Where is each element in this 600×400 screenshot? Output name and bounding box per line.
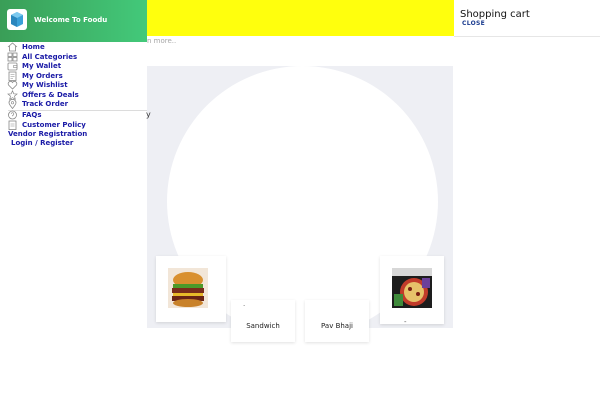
sidebar-item-label: Customer Policy — [22, 121, 86, 129]
pizza-image — [392, 268, 432, 308]
search-hint-text: n more.. — [147, 37, 177, 45]
product-card-pizza[interactable]: - — [380, 256, 444, 326]
welcome-text: Welcome To Foodu — [34, 16, 108, 24]
product-card-burger[interactable] — [156, 256, 226, 322]
sidebar-item-label: My Wallet — [22, 62, 62, 70]
shopping-cart-panel: Shopping cart CLOSE — [454, 0, 600, 37]
wallet-icon — [7, 62, 18, 71]
decorative-dot: · — [243, 302, 246, 310]
heart-icon — [7, 81, 18, 90]
cart-title: Shopping cart — [460, 9, 530, 20]
sidebar-header: Welcome To Foodu — [0, 0, 147, 42]
product-card-sandwich[interactable]: · Sandwich — [231, 300, 295, 342]
foodu-logo — [7, 9, 27, 30]
sidebar-item-home[interactable]: Home — [0, 42, 147, 52]
faq-icon — [8, 110, 17, 120]
policy-icon — [8, 120, 17, 130]
sidebar-item-my-wishlist[interactable]: My Wishlist — [0, 80, 147, 90]
product-name: Sandwich — [246, 322, 280, 330]
burger-image — [168, 268, 208, 308]
sidebar-item-label: All Categories — [22, 53, 78, 61]
product-name: Pav Bhaji — [321, 322, 353, 330]
location-pin-icon — [8, 99, 17, 109]
vendor-registration-link[interactable]: Vendor Registration — [8, 130, 87, 138]
sidebar-item-track-order[interactable]: Track Order — [0, 99, 147, 109]
decorative-dot: - — [404, 318, 407, 326]
sidebar-item-my-wallet[interactable]: My Wallet — [0, 61, 147, 71]
sidebar-item-label: FAQs — [22, 111, 42, 119]
login-register-link[interactable]: Login / Register — [11, 139, 73, 147]
sidebar-item-faqs[interactable]: FAQs — [0, 110, 147, 120]
sidebar-item-label: My Orders — [22, 72, 63, 80]
sidebar-item-label: Offers & Deals — [22, 91, 79, 99]
sidebar-item-customer-policy[interactable]: Customer Policy — [0, 120, 147, 130]
sidebar-item-label: Track Order — [22, 100, 69, 108]
home-icon — [7, 42, 18, 52]
sidebar-item-label: Home — [22, 43, 45, 51]
product-card-pav-bhaji[interactable]: Pav Bhaji — [305, 300, 369, 342]
sidebar-item-label: My Wishlist — [22, 81, 68, 89]
cart-close-button[interactable]: CLOSE — [462, 20, 485, 27]
